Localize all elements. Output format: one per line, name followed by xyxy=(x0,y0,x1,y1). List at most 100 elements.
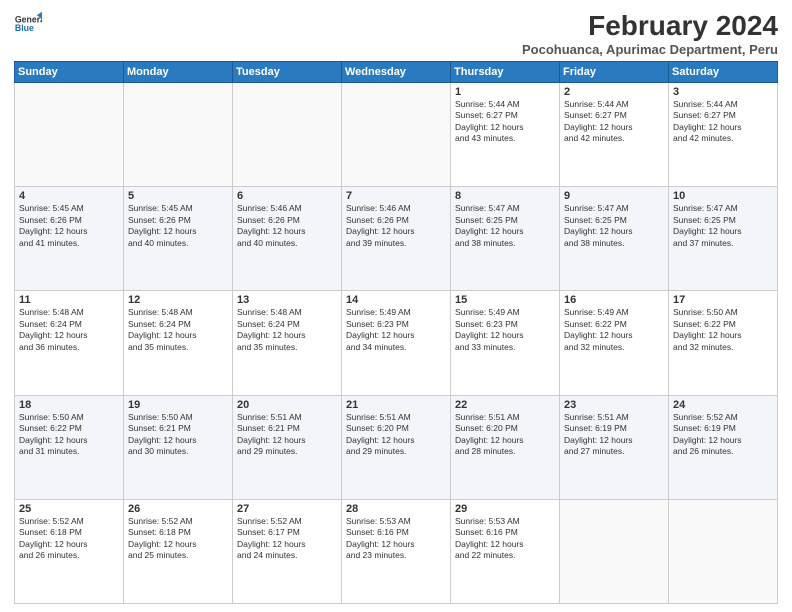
day-number: 28 xyxy=(346,503,446,515)
day-info: Sunrise: 5:50 AM Sunset: 6:22 PM Dayligh… xyxy=(19,412,119,458)
table-row xyxy=(669,499,778,603)
table-row: 17Sunrise: 5:50 AM Sunset: 6:22 PM Dayli… xyxy=(669,291,778,395)
table-row: 25Sunrise: 5:52 AM Sunset: 6:18 PM Dayli… xyxy=(15,499,124,603)
table-row: 20Sunrise: 5:51 AM Sunset: 6:21 PM Dayli… xyxy=(233,395,342,499)
calendar-week-3: 11Sunrise: 5:48 AM Sunset: 6:24 PM Dayli… xyxy=(15,291,778,395)
logo-icon: General Blue xyxy=(14,10,42,38)
day-number: 17 xyxy=(673,294,773,306)
table-row: 8Sunrise: 5:47 AM Sunset: 6:25 PM Daylig… xyxy=(451,187,560,291)
day-info: Sunrise: 5:46 AM Sunset: 6:26 PM Dayligh… xyxy=(237,203,337,249)
table-row: 11Sunrise: 5:48 AM Sunset: 6:24 PM Dayli… xyxy=(15,291,124,395)
day-number: 25 xyxy=(19,503,119,515)
col-monday: Monday xyxy=(124,62,233,83)
col-friday: Friday xyxy=(560,62,669,83)
col-thursday: Thursday xyxy=(451,62,560,83)
title-block: February 2024 Pocohuanca, Apurimac Depar… xyxy=(522,10,778,57)
day-info: Sunrise: 5:47 AM Sunset: 6:25 PM Dayligh… xyxy=(673,203,773,249)
day-number: 14 xyxy=(346,294,446,306)
table-row: 21Sunrise: 5:51 AM Sunset: 6:20 PM Dayli… xyxy=(342,395,451,499)
calendar-week-2: 4Sunrise: 5:45 AM Sunset: 6:26 PM Daylig… xyxy=(15,187,778,291)
day-number: 2 xyxy=(564,86,664,98)
table-row: 29Sunrise: 5:53 AM Sunset: 6:16 PM Dayli… xyxy=(451,499,560,603)
day-info: Sunrise: 5:52 AM Sunset: 6:19 PM Dayligh… xyxy=(673,412,773,458)
day-info: Sunrise: 5:52 AM Sunset: 6:17 PM Dayligh… xyxy=(237,516,337,562)
svg-text:Blue: Blue xyxy=(15,23,34,33)
day-info: Sunrise: 5:49 AM Sunset: 6:23 PM Dayligh… xyxy=(346,307,446,353)
day-number: 5 xyxy=(128,190,228,202)
col-sunday: Sunday xyxy=(15,62,124,83)
day-number: 27 xyxy=(237,503,337,515)
table-row xyxy=(560,499,669,603)
day-info: Sunrise: 5:51 AM Sunset: 6:20 PM Dayligh… xyxy=(455,412,555,458)
day-number: 6 xyxy=(237,190,337,202)
day-number: 23 xyxy=(564,399,664,411)
table-row: 18Sunrise: 5:50 AM Sunset: 6:22 PM Dayli… xyxy=(15,395,124,499)
table-row xyxy=(15,83,124,187)
calendar-title: February 2024 xyxy=(522,10,778,42)
day-number: 15 xyxy=(455,294,555,306)
calendar-table: Sunday Monday Tuesday Wednesday Thursday… xyxy=(14,61,778,604)
calendar-week-1: 1Sunrise: 5:44 AM Sunset: 6:27 PM Daylig… xyxy=(15,83,778,187)
table-row: 22Sunrise: 5:51 AM Sunset: 6:20 PM Dayli… xyxy=(451,395,560,499)
day-number: 19 xyxy=(128,399,228,411)
day-info: Sunrise: 5:47 AM Sunset: 6:25 PM Dayligh… xyxy=(564,203,664,249)
table-row: 16Sunrise: 5:49 AM Sunset: 6:22 PM Dayli… xyxy=(560,291,669,395)
day-number: 4 xyxy=(19,190,119,202)
day-number: 10 xyxy=(673,190,773,202)
day-info: Sunrise: 5:50 AM Sunset: 6:21 PM Dayligh… xyxy=(128,412,228,458)
table-row: 26Sunrise: 5:52 AM Sunset: 6:18 PM Dayli… xyxy=(124,499,233,603)
table-row: 28Sunrise: 5:53 AM Sunset: 6:16 PM Dayli… xyxy=(342,499,451,603)
day-info: Sunrise: 5:44 AM Sunset: 6:27 PM Dayligh… xyxy=(673,99,773,145)
day-number: 22 xyxy=(455,399,555,411)
day-info: Sunrise: 5:51 AM Sunset: 6:19 PM Dayligh… xyxy=(564,412,664,458)
day-info: Sunrise: 5:48 AM Sunset: 6:24 PM Dayligh… xyxy=(237,307,337,353)
table-row: 7Sunrise: 5:46 AM Sunset: 6:26 PM Daylig… xyxy=(342,187,451,291)
day-info: Sunrise: 5:45 AM Sunset: 6:26 PM Dayligh… xyxy=(128,203,228,249)
day-info: Sunrise: 5:53 AM Sunset: 6:16 PM Dayligh… xyxy=(346,516,446,562)
day-number: 9 xyxy=(564,190,664,202)
table-row: 5Sunrise: 5:45 AM Sunset: 6:26 PM Daylig… xyxy=(124,187,233,291)
table-row xyxy=(342,83,451,187)
day-number: 8 xyxy=(455,190,555,202)
day-info: Sunrise: 5:48 AM Sunset: 6:24 PM Dayligh… xyxy=(19,307,119,353)
day-info: Sunrise: 5:45 AM Sunset: 6:26 PM Dayligh… xyxy=(19,203,119,249)
day-number: 11 xyxy=(19,294,119,306)
logo: General Blue xyxy=(14,10,42,38)
day-info: Sunrise: 5:53 AM Sunset: 6:16 PM Dayligh… xyxy=(455,516,555,562)
day-info: Sunrise: 5:47 AM Sunset: 6:25 PM Dayligh… xyxy=(455,203,555,249)
day-number: 26 xyxy=(128,503,228,515)
day-number: 18 xyxy=(19,399,119,411)
table-row: 9Sunrise: 5:47 AM Sunset: 6:25 PM Daylig… xyxy=(560,187,669,291)
table-row: 27Sunrise: 5:52 AM Sunset: 6:17 PM Dayli… xyxy=(233,499,342,603)
page: General Blue February 2024 Pocohuanca, A… xyxy=(0,0,792,612)
table-row: 14Sunrise: 5:49 AM Sunset: 6:23 PM Dayli… xyxy=(342,291,451,395)
table-row: 6Sunrise: 5:46 AM Sunset: 6:26 PM Daylig… xyxy=(233,187,342,291)
table-row: 2Sunrise: 5:44 AM Sunset: 6:27 PM Daylig… xyxy=(560,83,669,187)
day-number: 16 xyxy=(564,294,664,306)
table-row xyxy=(233,83,342,187)
calendar-week-4: 18Sunrise: 5:50 AM Sunset: 6:22 PM Dayli… xyxy=(15,395,778,499)
day-number: 21 xyxy=(346,399,446,411)
table-row: 24Sunrise: 5:52 AM Sunset: 6:19 PM Dayli… xyxy=(669,395,778,499)
day-info: Sunrise: 5:52 AM Sunset: 6:18 PM Dayligh… xyxy=(19,516,119,562)
day-number: 3 xyxy=(673,86,773,98)
day-number: 29 xyxy=(455,503,555,515)
day-info: Sunrise: 5:51 AM Sunset: 6:20 PM Dayligh… xyxy=(346,412,446,458)
day-info: Sunrise: 5:51 AM Sunset: 6:21 PM Dayligh… xyxy=(237,412,337,458)
calendar-subtitle: Pocohuanca, Apurimac Department, Peru xyxy=(522,42,778,57)
table-row: 19Sunrise: 5:50 AM Sunset: 6:21 PM Dayli… xyxy=(124,395,233,499)
table-row: 1Sunrise: 5:44 AM Sunset: 6:27 PM Daylig… xyxy=(451,83,560,187)
table-row: 3Sunrise: 5:44 AM Sunset: 6:27 PM Daylig… xyxy=(669,83,778,187)
day-number: 12 xyxy=(128,294,228,306)
day-info: Sunrise: 5:46 AM Sunset: 6:26 PM Dayligh… xyxy=(346,203,446,249)
table-row: 23Sunrise: 5:51 AM Sunset: 6:19 PM Dayli… xyxy=(560,395,669,499)
day-number: 7 xyxy=(346,190,446,202)
day-info: Sunrise: 5:50 AM Sunset: 6:22 PM Dayligh… xyxy=(673,307,773,353)
header-row: Sunday Monday Tuesday Wednesday Thursday… xyxy=(15,62,778,83)
table-row: 13Sunrise: 5:48 AM Sunset: 6:24 PM Dayli… xyxy=(233,291,342,395)
col-wednesday: Wednesday xyxy=(342,62,451,83)
day-info: Sunrise: 5:44 AM Sunset: 6:27 PM Dayligh… xyxy=(455,99,555,145)
table-row xyxy=(124,83,233,187)
day-info: Sunrise: 5:49 AM Sunset: 6:23 PM Dayligh… xyxy=(455,307,555,353)
day-info: Sunrise: 5:44 AM Sunset: 6:27 PM Dayligh… xyxy=(564,99,664,145)
